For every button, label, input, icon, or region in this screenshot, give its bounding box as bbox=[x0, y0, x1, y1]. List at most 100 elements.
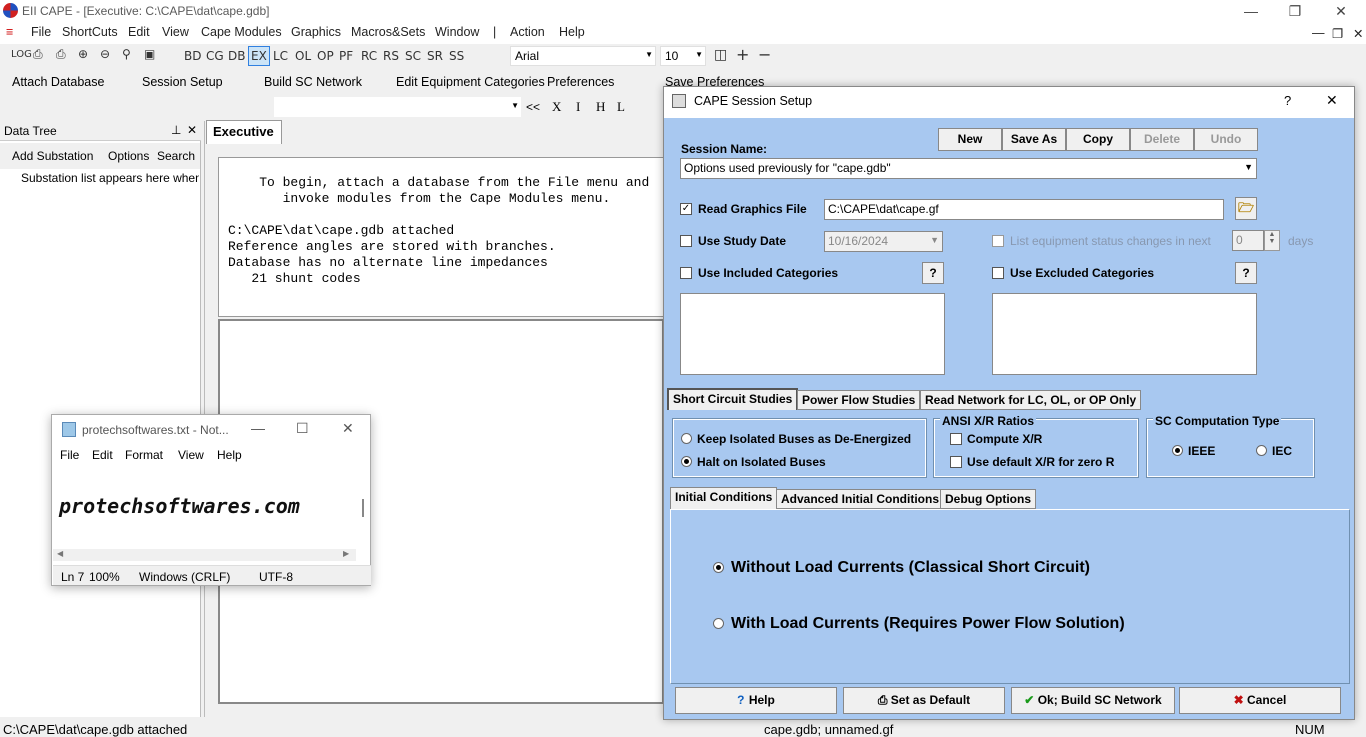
print-preview-icon[interactable]: ⎙ bbox=[56, 47, 66, 62]
tb-sr[interactable]: SR bbox=[427, 49, 443, 63]
excluded-help-button[interactable]: ? bbox=[1235, 262, 1257, 284]
zoom-in-icon[interactable]: ⊕ bbox=[78, 47, 88, 61]
pin-icon[interactable]: ⊥ bbox=[171, 123, 181, 137]
np-menu-edit[interactable]: Edit bbox=[92, 448, 113, 462]
tb-op[interactable]: OP bbox=[317, 49, 334, 63]
tb-rc[interactable]: RC bbox=[361, 49, 377, 63]
study-date-input[interactable]: 10/16/2024 ▼ bbox=[824, 231, 943, 252]
nav-i[interactable]: I bbox=[576, 99, 580, 115]
tab-advanced-initial[interactable]: Advanced Initial Conditions bbox=[776, 489, 945, 509]
np-menu-help[interactable]: Help bbox=[217, 448, 242, 462]
tb-db[interactable]: DB bbox=[228, 49, 245, 63]
nav-l[interactable]: L bbox=[617, 99, 625, 115]
build-sc-network-button[interactable]: Build SC Network bbox=[264, 75, 362, 89]
options-button[interactable]: Options bbox=[108, 149, 149, 163]
session-setup-button[interactable]: Session Setup bbox=[142, 75, 223, 89]
list-changes-checkbox[interactable] bbox=[992, 235, 1004, 247]
halt-isolated-radio[interactable] bbox=[681, 456, 692, 467]
delete-button[interactable]: Delete bbox=[1130, 128, 1194, 151]
tab-power-flow[interactable]: Power Flow Studies bbox=[797, 390, 921, 410]
tb-cg[interactable]: CG bbox=[206, 49, 224, 63]
mdi-close-icon[interactable]: ✕ bbox=[1353, 26, 1363, 41]
zoom-fit-icon[interactable]: ▣ bbox=[144, 47, 155, 61]
nav-h[interactable]: H bbox=[596, 99, 605, 115]
cancel-button[interactable]: ✖ Cancel bbox=[1179, 687, 1341, 714]
tb-rs[interactable]: RS bbox=[383, 49, 399, 63]
save-as-button[interactable]: Save As bbox=[1002, 128, 1066, 151]
box-icon[interactable]: ◫ bbox=[714, 47, 727, 63]
new-button[interactable]: New bbox=[938, 128, 1002, 151]
tb-ex[interactable]: EX bbox=[248, 46, 270, 66]
tb-ol[interactable]: OL bbox=[295, 49, 311, 63]
menu-edit[interactable]: Edit bbox=[128, 25, 150, 39]
ok-button[interactable]: ✔ Ok; Build SC Network bbox=[1011, 687, 1175, 714]
np-menu-view[interactable]: View bbox=[178, 448, 204, 462]
dialog-help-icon[interactable]: ? bbox=[1284, 93, 1291, 108]
menu-shortcuts[interactable]: ShortCuts bbox=[62, 25, 118, 39]
tb-ss[interactable]: SS bbox=[449, 49, 464, 63]
scroll-left-icon[interactable]: ◀ bbox=[57, 549, 63, 558]
iec-radio[interactable] bbox=[1256, 445, 1267, 456]
tab-executive[interactable]: Executive bbox=[206, 120, 282, 144]
scroll-right-icon[interactable]: ▶ bbox=[343, 549, 349, 558]
tb-lc[interactable]: LC bbox=[273, 49, 288, 63]
maximize-button[interactable]: ❐ bbox=[1272, 0, 1318, 22]
np-maximize-icon[interactable]: ☐ bbox=[296, 420, 309, 437]
set-default-button[interactable]: ⎙ Set as Default bbox=[843, 687, 1005, 714]
plus-icon[interactable]: + bbox=[736, 45, 749, 64]
mdi-minimize-icon[interactable]: — bbox=[1312, 26, 1325, 40]
included-help-button[interactable]: ? bbox=[922, 262, 944, 284]
scrollbar-h[interactable]: ◀ ▶ bbox=[53, 549, 356, 561]
default-xr-checkbox[interactable] bbox=[950, 456, 962, 468]
nav-combo[interactable]: ▼ bbox=[274, 97, 521, 117]
edit-categories-button[interactable]: Edit Equipment Categories bbox=[396, 75, 545, 89]
print-icon[interactable]: ⎙ bbox=[33, 47, 43, 62]
menu-macros[interactable]: Macros&Sets bbox=[351, 25, 425, 39]
days-input[interactable]: 0 bbox=[1232, 230, 1264, 251]
use-included-checkbox[interactable] bbox=[680, 267, 692, 279]
search-button[interactable]: Search bbox=[157, 149, 195, 163]
with-load-radio[interactable] bbox=[713, 618, 724, 629]
undo-button[interactable]: Undo bbox=[1194, 128, 1258, 151]
mdi-restore-icon[interactable]: ❐ bbox=[1332, 26, 1343, 41]
tab-initial-conditions[interactable]: Initial Conditions bbox=[670, 487, 778, 510]
menu-cape-modules[interactable]: Cape Modules bbox=[201, 25, 282, 39]
menu-graphics[interactable]: Graphics bbox=[291, 25, 341, 39]
read-graphics-checkbox[interactable]: ✓ bbox=[680, 203, 692, 215]
nav-back[interactable]: << bbox=[526, 100, 540, 114]
tab-read-network[interactable]: Read Network for LC, OL, or OP Only bbox=[920, 390, 1142, 410]
menu-view[interactable]: View bbox=[162, 25, 189, 39]
use-excluded-checkbox[interactable] bbox=[992, 267, 1004, 279]
dialog-close-icon[interactable]: ✕ bbox=[1326, 92, 1338, 109]
close-icon[interactable]: ✕ bbox=[187, 123, 197, 137]
tab-short-circuit[interactable]: Short Circuit Studies bbox=[667, 388, 799, 410]
zoom-out-icon[interactable]: ⊖ bbox=[100, 47, 110, 61]
folder-open-icon[interactable]: 🗁 bbox=[1235, 197, 1257, 220]
zoom-icon[interactable]: ⚲ bbox=[122, 47, 131, 61]
tb-sc[interactable]: SC bbox=[405, 49, 421, 63]
scrollbar-v[interactable] bbox=[362, 499, 364, 517]
menu-window[interactable]: Window bbox=[435, 25, 479, 39]
nav-x[interactable]: X bbox=[552, 99, 561, 115]
use-study-date-checkbox[interactable] bbox=[680, 235, 692, 247]
tb-bd[interactable]: BD bbox=[184, 49, 201, 63]
days-spinner[interactable]: ▲ ▼ bbox=[1264, 230, 1280, 251]
minus-icon[interactable]: − bbox=[758, 45, 771, 64]
graphics-file-input[interactable]: C:\CAPE\dat\cape.gf bbox=[824, 199, 1224, 220]
np-close-icon[interactable]: ✕ bbox=[342, 420, 354, 437]
tb-pf[interactable]: PF bbox=[339, 49, 353, 63]
tb-log[interactable]: LOG bbox=[11, 49, 32, 60]
add-substation-button[interactable]: Add Substation bbox=[12, 149, 93, 163]
menu-action[interactable]: Action bbox=[510, 25, 545, 39]
help-button[interactable]: ? Help bbox=[675, 687, 837, 714]
included-categories-list[interactable] bbox=[680, 293, 945, 375]
size-select[interactable]: 10 ▼ bbox=[660, 46, 706, 66]
session-name-select[interactable]: Options used previously for "cape.gdb" ▼ bbox=[680, 158, 1257, 179]
ieee-radio[interactable] bbox=[1172, 445, 1183, 456]
notepad-editor[interactable]: protechsoftwares.com bbox=[53, 465, 356, 547]
minimize-button[interactable]: — bbox=[1228, 0, 1274, 22]
copy-button[interactable]: Copy bbox=[1066, 128, 1130, 151]
preferences-button[interactable]: Preferences bbox=[547, 75, 614, 89]
excluded-categories-list[interactable] bbox=[992, 293, 1257, 375]
keep-isolated-radio[interactable] bbox=[681, 433, 692, 444]
